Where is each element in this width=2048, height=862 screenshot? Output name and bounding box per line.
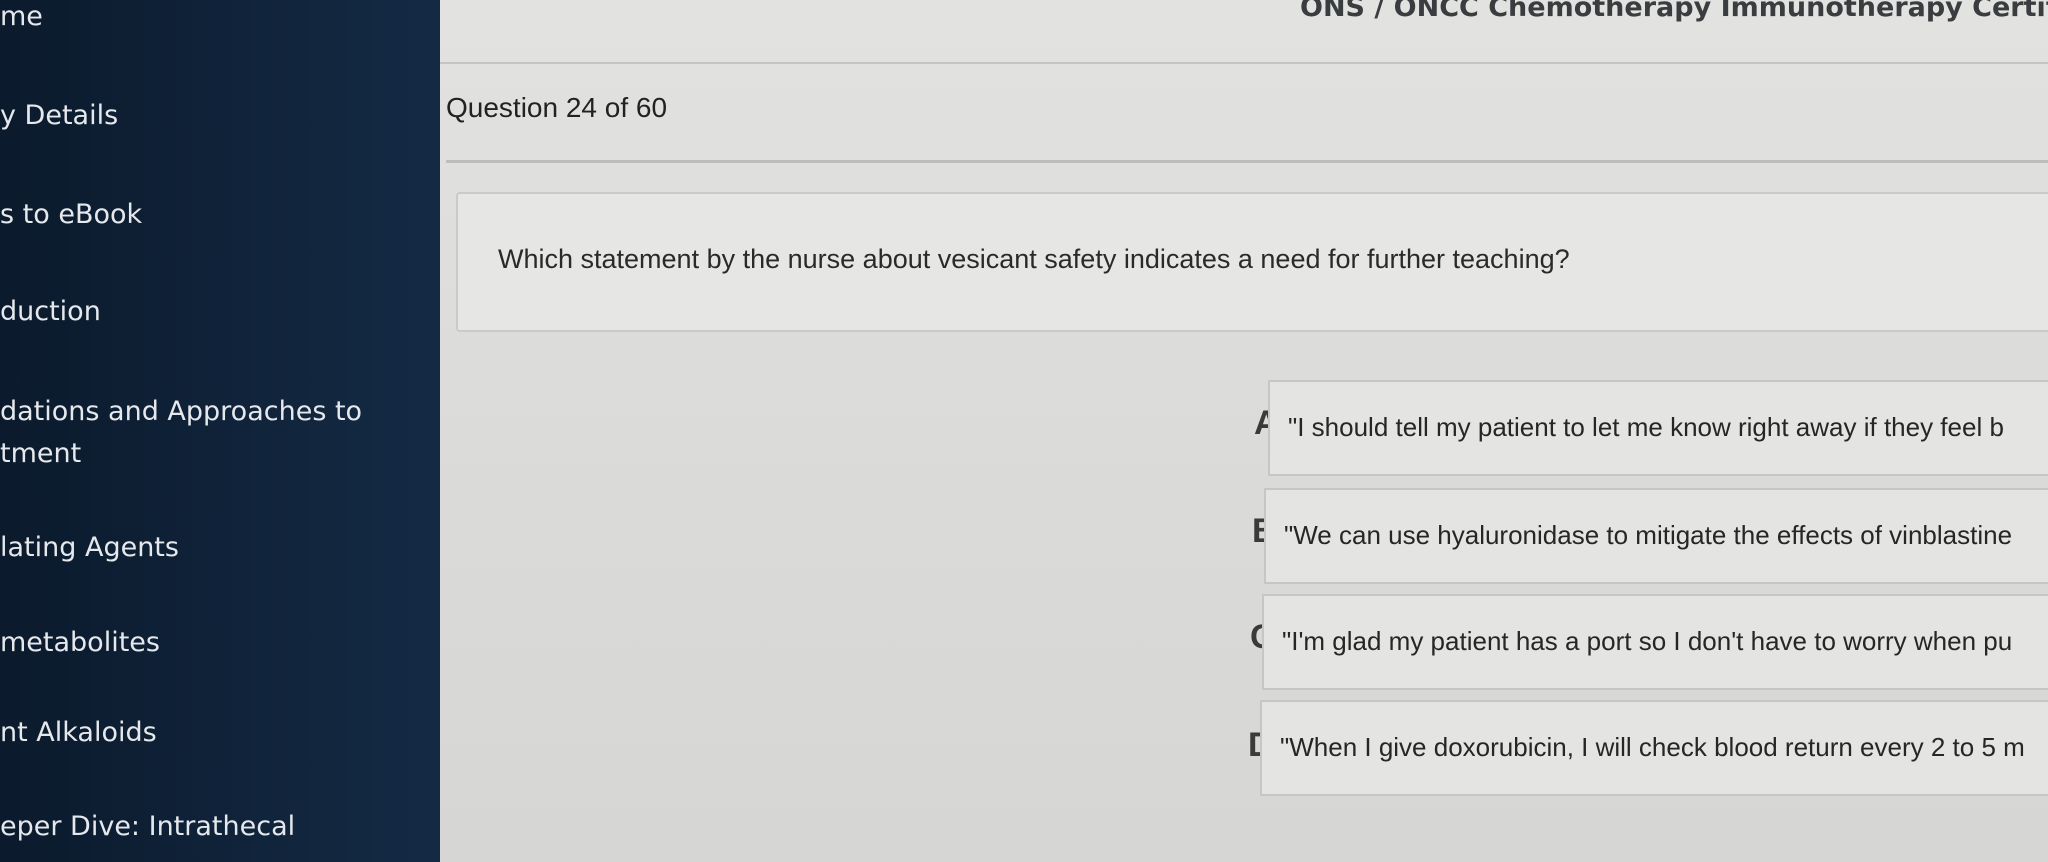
option-text: "When I give doxorubicin, I will check b… xyxy=(1280,732,2025,762)
sidebar-item-details[interactable]: y Details xyxy=(0,95,430,137)
question-stem-box: Which statement by the nurse about vesic… xyxy=(456,192,2048,332)
sidebar-item-label: me xyxy=(0,1,43,32)
sidebar-item-home[interactable]: me xyxy=(0,0,430,38)
sidebar-item-label: s to eBook xyxy=(0,199,143,230)
question-panel: ONS / ONCC Chemotherapy Immunotherapy Ce… xyxy=(440,0,2048,862)
sidebar-item-label: nt Alkaloids xyxy=(0,717,157,748)
answer-option-button[interactable]: "I should tell my patient to let me know… xyxy=(1268,380,2048,476)
option-text: "I'm glad my patient has a port so I don… xyxy=(1282,626,2013,656)
header-divider xyxy=(440,62,2048,64)
question-divider xyxy=(446,160,2048,163)
sidebar-item-ebook[interactable]: s to eBook xyxy=(0,194,430,236)
sidebar-item-foundations[interactable]: dations and Approaches to tment xyxy=(0,391,430,475)
sidebar-item-alkylating-agents[interactable]: lating Agents xyxy=(0,527,430,569)
answer-option-d: D. "When I give doxorubicin, I will chec… xyxy=(440,700,2048,800)
sidebar-item-plant-alkaloids[interactable]: nt Alkaloids xyxy=(0,712,430,754)
sidebar-item-label: duction xyxy=(0,296,101,327)
answer-option-b: B. "We can use hyaluronidase to mitigate… xyxy=(440,488,2048,588)
sidebar-item-label-line2: tment xyxy=(0,438,82,469)
question-text: Which statement by the nurse about vesic… xyxy=(498,244,1570,274)
option-text: "I should tell my patient to let me know… xyxy=(1288,412,2004,442)
sidebar-item-label: eper Dive: Intrathecal xyxy=(0,811,296,842)
app-title: ONS / ONCC Chemotherapy Immunotherapy Ce… xyxy=(1300,0,2048,23)
sidebar-item-deeper-dive-intrathecal[interactable]: eper Dive: Intrathecal xyxy=(0,806,430,848)
answer-option-c: C. "I'm glad my patient has a port so I … xyxy=(440,594,2048,694)
option-text: "We can use hyaluronidase to mitigate th… xyxy=(1284,520,2013,550)
answer-option-button[interactable]: "We can use hyaluronidase to mitigate th… xyxy=(1264,488,2048,584)
sidebar-item-introduction[interactable]: duction xyxy=(0,291,430,333)
answer-option-button[interactable]: "I'm glad my patient has a port so I don… xyxy=(1262,594,2048,690)
course-sidebar: me y Details s to eBook duction dations … xyxy=(0,0,440,862)
sidebar-item-label: lating Agents xyxy=(0,532,179,563)
sidebar-item-label: dations and Approaches to xyxy=(0,396,363,427)
answer-option-button[interactable]: "When I give doxorubicin, I will check b… xyxy=(1260,700,2048,796)
sidebar-item-label: metabolites xyxy=(0,627,160,658)
answer-option-a: A. "I should tell my patient to let me k… xyxy=(440,380,2048,480)
sidebar-item-label: y Details xyxy=(0,100,119,131)
question-counter: Question 24 of 60 xyxy=(446,92,668,123)
sidebar-item-antimetabolites[interactable]: metabolites xyxy=(0,622,430,664)
